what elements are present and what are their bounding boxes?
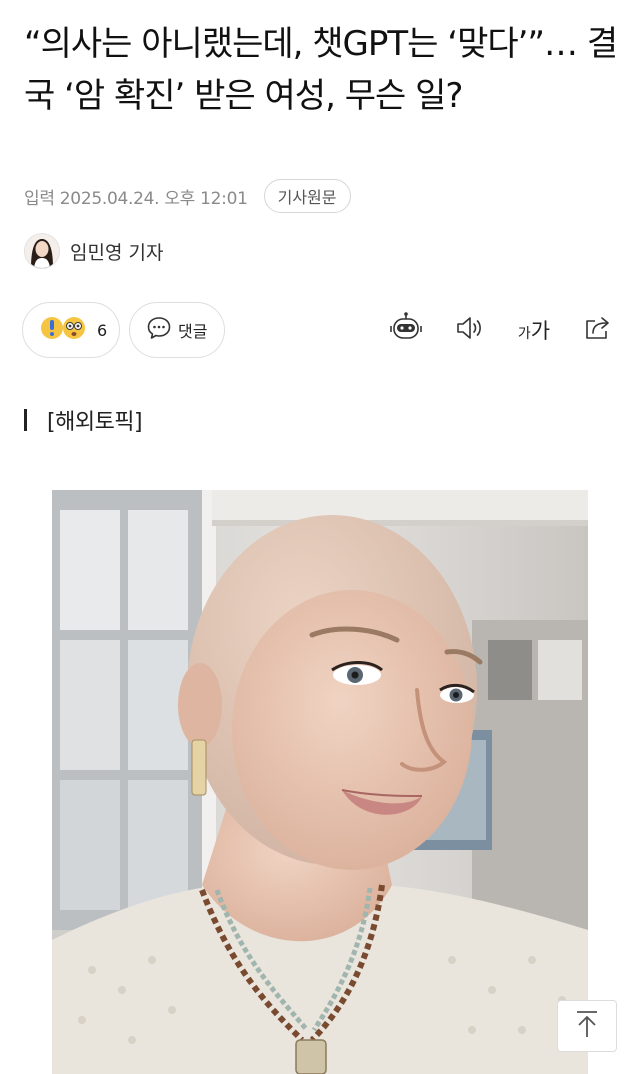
article-headline: “의사는 아니랬는데, 챗GPT는 ‘맞다’”… 결국 ‘암 확진’ 받은 여성… bbox=[24, 24, 618, 116]
comment-button[interactable]: 댓글 bbox=[129, 302, 225, 358]
article-action-bar: 6 댓글 가가 bbox=[22, 302, 620, 360]
font-size-button[interactable]: 가가 bbox=[514, 312, 554, 348]
reporter-avatar bbox=[24, 233, 60, 269]
speaker-icon bbox=[454, 312, 486, 348]
published-date: 입력 2025.04.24. 오후 12:01 bbox=[24, 188, 248, 209]
font-size-big-glyph: 가 bbox=[530, 319, 551, 343]
arrow-up-icon bbox=[573, 1008, 601, 1044]
reaction-count: 6 bbox=[97, 320, 108, 340]
section-divider bbox=[24, 409, 27, 431]
reaction-emoji-icon bbox=[39, 314, 91, 346]
original-article-button[interactable]: 기사원문 bbox=[263, 179, 351, 213]
share-button[interactable] bbox=[580, 312, 616, 348]
font-size-icon: 가가 bbox=[518, 315, 550, 345]
section-tag: [해외토픽] bbox=[24, 404, 143, 436]
summary-button[interactable] bbox=[388, 312, 424, 348]
scroll-top-button[interactable] bbox=[557, 1000, 617, 1052]
robot-icon bbox=[389, 311, 423, 349]
font-size-small-glyph: 가 bbox=[517, 326, 531, 342]
reaction-button[interactable]: 6 bbox=[22, 302, 120, 358]
text-to-speech-button[interactable] bbox=[452, 312, 488, 348]
reporter-byline[interactable]: 임민영 기자 bbox=[24, 232, 163, 270]
article-photo bbox=[52, 490, 588, 1074]
share-icon bbox=[582, 312, 614, 348]
section-label: [해외토픽] bbox=[47, 410, 143, 435]
speech-bubble-icon bbox=[146, 315, 172, 345]
reporter-name: 임민영 기자 bbox=[70, 241, 164, 264]
comment-label: 댓글 bbox=[178, 322, 208, 341]
article-meta: 입력 2025.04.24. 오후 12:01 기사원문 bbox=[24, 178, 351, 214]
